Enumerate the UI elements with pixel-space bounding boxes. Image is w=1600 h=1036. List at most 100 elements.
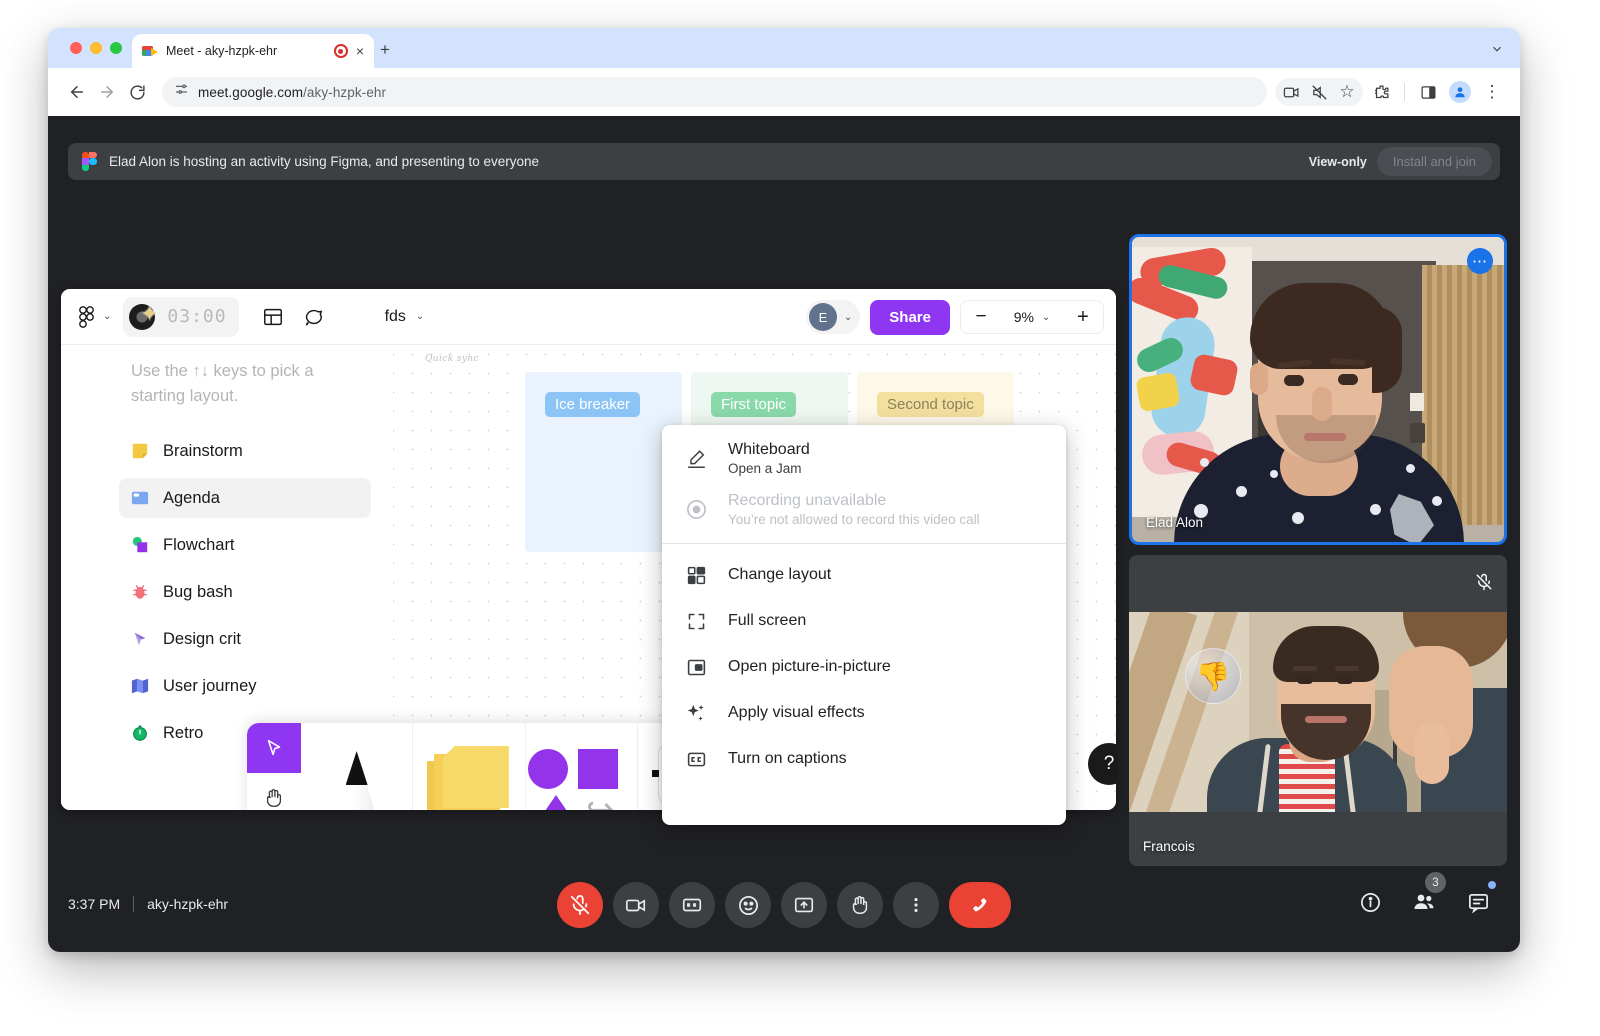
extensions-puzzle-icon[interactable] (1367, 78, 1395, 106)
minimize-window-button[interactable] (90, 42, 102, 54)
profile-avatar-icon[interactable] (1446, 78, 1474, 106)
file-name-chevron-down-icon[interactable]: ⌄ (416, 311, 424, 322)
board-column-label: First topic (711, 392, 797, 417)
site-settings-icon[interactable] (174, 82, 189, 102)
panel-layout-icon[interactable] (253, 297, 293, 337)
template-item-flowchart[interactable]: Flowchart (119, 525, 371, 565)
figma-toolbar: ⌄ ✦ 03:00 fds ⌄ E ⌄ Share − 9% ⌄ + (61, 289, 1116, 345)
forward-button[interactable] (92, 77, 122, 107)
screenshot-root: Meet - aky-hzpk-ehr × + meet.google.com/… (0, 0, 1600, 1036)
template-label: Flowchart (163, 535, 235, 554)
browser-tab[interactable]: Meet - aky-hzpk-ehr × (132, 34, 374, 68)
install-and-join-button[interactable]: Install and join (1376, 147, 1492, 176)
bookmark-star-icon[interactable]: ☆ (1333, 78, 1361, 106)
menu-item-open-picture-in-picture[interactable]: Open picture-in-picture (662, 644, 1066, 690)
hand-pan-icon[interactable] (247, 773, 301, 810)
chevron-down-icon[interactable] (1490, 42, 1504, 61)
cast-video-icon[interactable] (1277, 78, 1305, 106)
template-item-agenda[interactable]: Agenda (119, 478, 371, 518)
menu-item-apply-visual-effects[interactable]: Apply visual effects (662, 690, 1066, 736)
bug-icon (129, 582, 150, 603)
muted-speaker-icon[interactable] (1305, 78, 1333, 106)
template-label: Retro (163, 723, 204, 742)
figma-file-name-button[interactable]: fds ⌄ (385, 308, 425, 326)
new-tab-button[interactable]: + (380, 40, 390, 60)
participant-tile-elad-alon[interactable]: ⋯ Elad Alon (1129, 234, 1507, 545)
menu-item-whiteboard[interactable]: Whiteboard Open a Jam (662, 433, 1066, 484)
template-label: Agenda (163, 488, 220, 507)
figma-timer[interactable]: ✦ 03:00 (123, 296, 239, 337)
camera-button[interactable] (613, 882, 659, 928)
reload-button[interactable] (122, 77, 152, 107)
browser-toolbar: meet.google.com/aky-hzpk-ehr ☆ ⋮ (48, 68, 1520, 116)
comment-bubble-icon[interactable] (293, 297, 333, 337)
close-window-button[interactable] (70, 42, 82, 54)
zoom-chevron-down-icon: ⌄ (1041, 311, 1051, 323)
template-item-bug-bash[interactable]: Bug bash (119, 572, 371, 612)
side-panel-icon[interactable] (1414, 78, 1442, 106)
template-item-design-crit[interactable]: Design crit (119, 619, 371, 659)
menu-item-title: Turn on captions (728, 750, 847, 767)
shapes-icon[interactable]: ↪ (526, 723, 638, 810)
share-button[interactable]: Share (870, 299, 950, 335)
maximize-window-button[interactable] (110, 42, 122, 54)
menu-item-turn-on-captions[interactable]: Turn on captions (662, 736, 1066, 782)
zoom-in-button[interactable]: + (1063, 300, 1103, 334)
menu-item-change-layout[interactable]: Change layout (662, 552, 1066, 598)
more-options-button[interactable] (893, 882, 939, 928)
meeting-info: 3:37 PM aky-hzpk-ehr (68, 896, 228, 912)
present-now-button[interactable] (781, 882, 827, 928)
captions-button[interactable] (669, 882, 715, 928)
google-meet-icon (142, 43, 158, 59)
close-tab-button[interactable]: × (356, 44, 364, 58)
tab-title: Meet - aky-hzpk-ehr (166, 44, 278, 58)
marker-pen-icon[interactable] (301, 723, 414, 810)
board-column[interactable]: Ice breaker (525, 372, 682, 552)
pip-icon (684, 655, 708, 679)
menu-item-title: Recording unavailable (728, 492, 887, 509)
zoom-level-value: 9% (1013, 309, 1034, 325)
layout-hint-text: Use the ↑↓ keys to pick a starting layou… (131, 362, 314, 405)
reactions-button[interactable] (725, 882, 771, 928)
fullscreen-icon (684, 609, 708, 633)
leave-call-button[interactable] (949, 882, 1011, 928)
menu-item-title: Change layout (728, 566, 832, 583)
template-label: Brainstorm (163, 441, 243, 460)
menu-item-title: Full screen (728, 612, 807, 629)
window-traffic-lights[interactable] (70, 42, 122, 54)
figma-logo-icon[interactable] (73, 305, 99, 328)
menu-item-subtitle: You’re not allowed to record this video … (728, 512, 980, 527)
menu-item-title: Whiteboard (728, 441, 810, 458)
avatar-chevron-down-icon[interactable]: ⌄ (844, 312, 852, 323)
timer-value: 03:00 (167, 306, 227, 327)
figma-activity-banner: Elad Alon is hosting an activity using F… (68, 143, 1500, 180)
more-options-icon[interactable]: ⋯ (1467, 248, 1493, 274)
cursor-arrow-icon[interactable] (247, 723, 301, 773)
figma-collaborators[interactable]: E ⌄ (805, 300, 861, 334)
board-column-label: Second topic (877, 392, 984, 417)
meeting-details-button[interactable] (1350, 882, 1390, 922)
people-button[interactable]: 3 (1404, 872, 1446, 922)
browser-more-menu-button[interactable]: ⋮ (1478, 78, 1506, 106)
menu-item-text: Whiteboard Open a Jam (728, 441, 810, 476)
address-bar-url: meet.google.com/aky-hzpk-ehr (198, 84, 387, 100)
mic-off-icon (1475, 573, 1493, 596)
figma-logo-chevron-down-icon[interactable]: ⌄ (103, 311, 111, 322)
template-item-brainstorm[interactable]: Brainstorm (119, 431, 371, 471)
address-bar[interactable]: meet.google.com/aky-hzpk-ehr (162, 77, 1267, 107)
template-item-user-journey[interactable]: User journey (119, 666, 371, 706)
zoom-level-button[interactable]: 9% ⌄ (1001, 300, 1063, 334)
menu-divider (662, 543, 1066, 544)
microphone-off-button[interactable] (557, 882, 603, 928)
menu-item-text: Recording unavailable You’re not allowed… (728, 492, 980, 527)
google-meet-page: Elad Alon is hosting an activity using F… (48, 116, 1520, 952)
raise-hand-button[interactable] (837, 882, 883, 928)
video-feed: 👎 (1129, 612, 1507, 812)
stopwatch-icon (129, 723, 150, 744)
zoom-out-button[interactable]: − (961, 300, 1001, 334)
chat-button[interactable] (1458, 881, 1498, 922)
menu-item-full-screen[interactable]: Full screen (662, 598, 1066, 644)
back-button[interactable] (62, 77, 92, 107)
sticky-notes-icon[interactable] (413, 723, 526, 810)
participant-tile-francois[interactable]: 👎 Francois (1129, 555, 1507, 866)
